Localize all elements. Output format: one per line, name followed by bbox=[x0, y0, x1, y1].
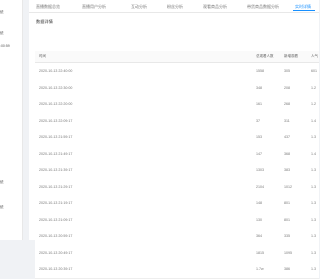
tab-product-view-analysis[interactable]: 观看商品分析 bbox=[203, 3, 227, 10]
table-row[interactable]: 2020-10-13 21:39:17 1303 383 1.3 bbox=[35, 162, 319, 180]
table-row[interactable]: 2020-10-13 20:39:17 1.7w 386 1.3 bbox=[35, 261, 319, 279]
row-new-viewers-cell: 268 bbox=[284, 102, 290, 106]
row-popularity-cell: 1.3 bbox=[311, 217, 316, 222]
row-new-viewers-cell: 311 bbox=[284, 118, 290, 123]
sidebar-item[interactable]: 统 bbox=[0, 10, 22, 15]
row-total-viewers-cell: 130 bbox=[256, 217, 262, 222]
column-header-time[interactable]: 时间 bbox=[39, 54, 46, 59]
row-total-viewers-cell: 153 bbox=[256, 135, 262, 139]
row-time-cell: 2020-10-13 22:09:17 bbox=[39, 118, 73, 123]
details-panel: 数据详情 时间 总观看人数 新增观看 人气 2020-10-13 22:40:0… bbox=[29, 13, 319, 279]
row-total-viewers-cell: 1815 bbox=[256, 250, 264, 255]
row-popularity-cell: 1.3 bbox=[311, 250, 316, 255]
row-total-viewers-cell: 1.7w bbox=[256, 267, 264, 271]
tab-sales-product-analysis[interactable]: 带货商品数据分析 bbox=[247, 3, 279, 10]
table-row[interactable]: 2020-10-13 21:09:17 130 801 1.3 bbox=[35, 211, 319, 229]
row-new-viewers-cell: 368 bbox=[284, 151, 290, 156]
tab-user-analysis[interactable]: 直播用户分析 bbox=[82, 3, 106, 10]
row-time-cell: 2020-10-13 21:49:17 bbox=[39, 151, 73, 156]
table-row[interactable]: 2020-10-13 21:19:17 148 801 1.3 bbox=[35, 195, 319, 213]
row-new-viewers-cell: 305 bbox=[284, 69, 290, 73]
table-row[interactable]: 2020-10-13 22:40:00 1558 305 601 bbox=[35, 63, 319, 81]
sidebar-item[interactable]: 统 bbox=[0, 31, 22, 36]
column-header-total-viewers[interactable]: 总观看人数 bbox=[256, 54, 274, 59]
row-total-viewers-cell: 2104 bbox=[256, 184, 264, 189]
row-popularity-cell: 1.3 bbox=[311, 135, 316, 139]
row-popularity-cell: 1.3 bbox=[311, 184, 316, 189]
row-new-viewers-cell: 1095 bbox=[284, 250, 292, 255]
tab-realtime-details[interactable]: 实时详情 bbox=[295, 3, 311, 10]
row-new-viewers-cell: 437 bbox=[284, 135, 290, 139]
sidebar-item[interactable]: 统 bbox=[0, 180, 22, 185]
active-tab-indicator bbox=[293, 10, 315, 11]
row-time-cell: 2020-10-13 20:49:17 bbox=[39, 250, 73, 255]
table-row[interactable]: 2020-10-13 21:29:17 2104 1012 1.3 bbox=[35, 178, 319, 196]
row-popularity-cell: 1.2 bbox=[311, 85, 316, 90]
row-popularity-cell: 1.3 bbox=[311, 234, 316, 238]
table-row[interactable]: 2020-10-13 22:30:00 348 208 1.2 bbox=[35, 79, 319, 97]
row-time-cell: 2020-10-13 22:40:00 bbox=[39, 69, 73, 73]
row-time-cell: 2020-10-13 21:59:17 bbox=[39, 135, 73, 139]
tab-interaction-analysis[interactable]: 互动分析 bbox=[131, 3, 147, 10]
tab-fans-analysis[interactable]: 粉丝分析 bbox=[167, 3, 183, 10]
table-row[interactable]: 2020-10-13 21:59:17 153 437 1.3 bbox=[35, 129, 319, 147]
column-header-popularity[interactable]: 人气 bbox=[311, 54, 318, 59]
tab-bar: 直播数据总览 直播用户分析 互动分析 粉丝分析 观看商品分析 带货商品数据分析 … bbox=[29, 0, 319, 13]
row-new-viewers-cell: 383 bbox=[284, 168, 290, 172]
row-total-viewers-cell: 364 bbox=[256, 234, 262, 238]
row-popularity-cell: 1.4 bbox=[311, 151, 316, 156]
row-time-cell: 2020-10-13 20:39:17 bbox=[39, 267, 73, 271]
row-time-cell: 2020-10-13 21:19:17 bbox=[39, 201, 73, 205]
table-row[interactable]: 2020-10-13 21:49:17 147 368 1.4 bbox=[35, 145, 319, 163]
row-popularity-cell: 1.2 bbox=[311, 102, 316, 106]
row-total-viewers-cell: 147 bbox=[256, 151, 262, 156]
sidebar-timestamp: :00:59 bbox=[0, 44, 10, 48]
row-popularity-cell: 1.4 bbox=[311, 118, 316, 123]
panel-title: 数据详情 bbox=[36, 19, 53, 24]
row-new-viewers-cell: 801 bbox=[284, 217, 290, 222]
tab-live-overview[interactable]: 直播数据总览 bbox=[36, 3, 60, 10]
sidebar-item[interactable]: 统 bbox=[0, 205, 22, 210]
row-new-viewers-cell: 801 bbox=[284, 201, 290, 205]
table-row[interactable]: 2020-10-13 20:49:17 1815 1095 1.3 bbox=[35, 244, 319, 262]
row-new-viewers-cell: 386 bbox=[284, 267, 290, 271]
row-total-viewers-cell: 161 bbox=[256, 102, 262, 106]
row-popularity-cell: 601 bbox=[311, 69, 317, 73]
table-header: 时间 总观看人数 新增观看 人气 bbox=[35, 51, 319, 63]
row-total-viewers-cell: 348 bbox=[256, 85, 262, 90]
table-row[interactable]: 2020-10-13 22:20:00 161 268 1.2 bbox=[35, 96, 319, 114]
row-time-cell: 2020-10-13 21:09:17 bbox=[39, 217, 73, 222]
row-time-cell: 2020-10-13 22:20:00 bbox=[39, 102, 73, 106]
row-time-cell: 2020-10-13 21:29:17 bbox=[39, 184, 73, 189]
row-popularity-cell: 1.3 bbox=[311, 168, 316, 172]
row-time-cell: 2020-10-13 21:39:17 bbox=[39, 168, 73, 172]
row-total-viewers-cell: 148 bbox=[256, 201, 262, 205]
row-popularity-cell: 1.3 bbox=[311, 201, 316, 205]
row-time-cell: 2020-10-13 22:30:00 bbox=[39, 85, 73, 90]
row-new-viewers-cell: 208 bbox=[284, 85, 290, 90]
row-total-viewers-cell: 37 bbox=[256, 118, 260, 123]
table-row[interactable]: 2020-10-13 20:59:17 364 335 1.3 bbox=[35, 228, 319, 246]
table-row[interactable]: 2020-10-13 22:09:17 37 311 1.4 bbox=[35, 112, 319, 130]
row-total-viewers-cell: 1558 bbox=[256, 69, 264, 73]
row-popularity-cell: 1.3 bbox=[311, 267, 316, 271]
row-total-viewers-cell: 1303 bbox=[256, 168, 264, 172]
column-header-new-viewers[interactable]: 新增观看 bbox=[284, 54, 298, 59]
row-time-cell: 2020-10-13 20:59:17 bbox=[39, 234, 73, 238]
row-new-viewers-cell: 335 bbox=[284, 234, 290, 238]
sidebar: 统 统 :00:59 统 统 bbox=[0, 0, 23, 240]
row-new-viewers-cell: 1012 bbox=[284, 184, 292, 189]
